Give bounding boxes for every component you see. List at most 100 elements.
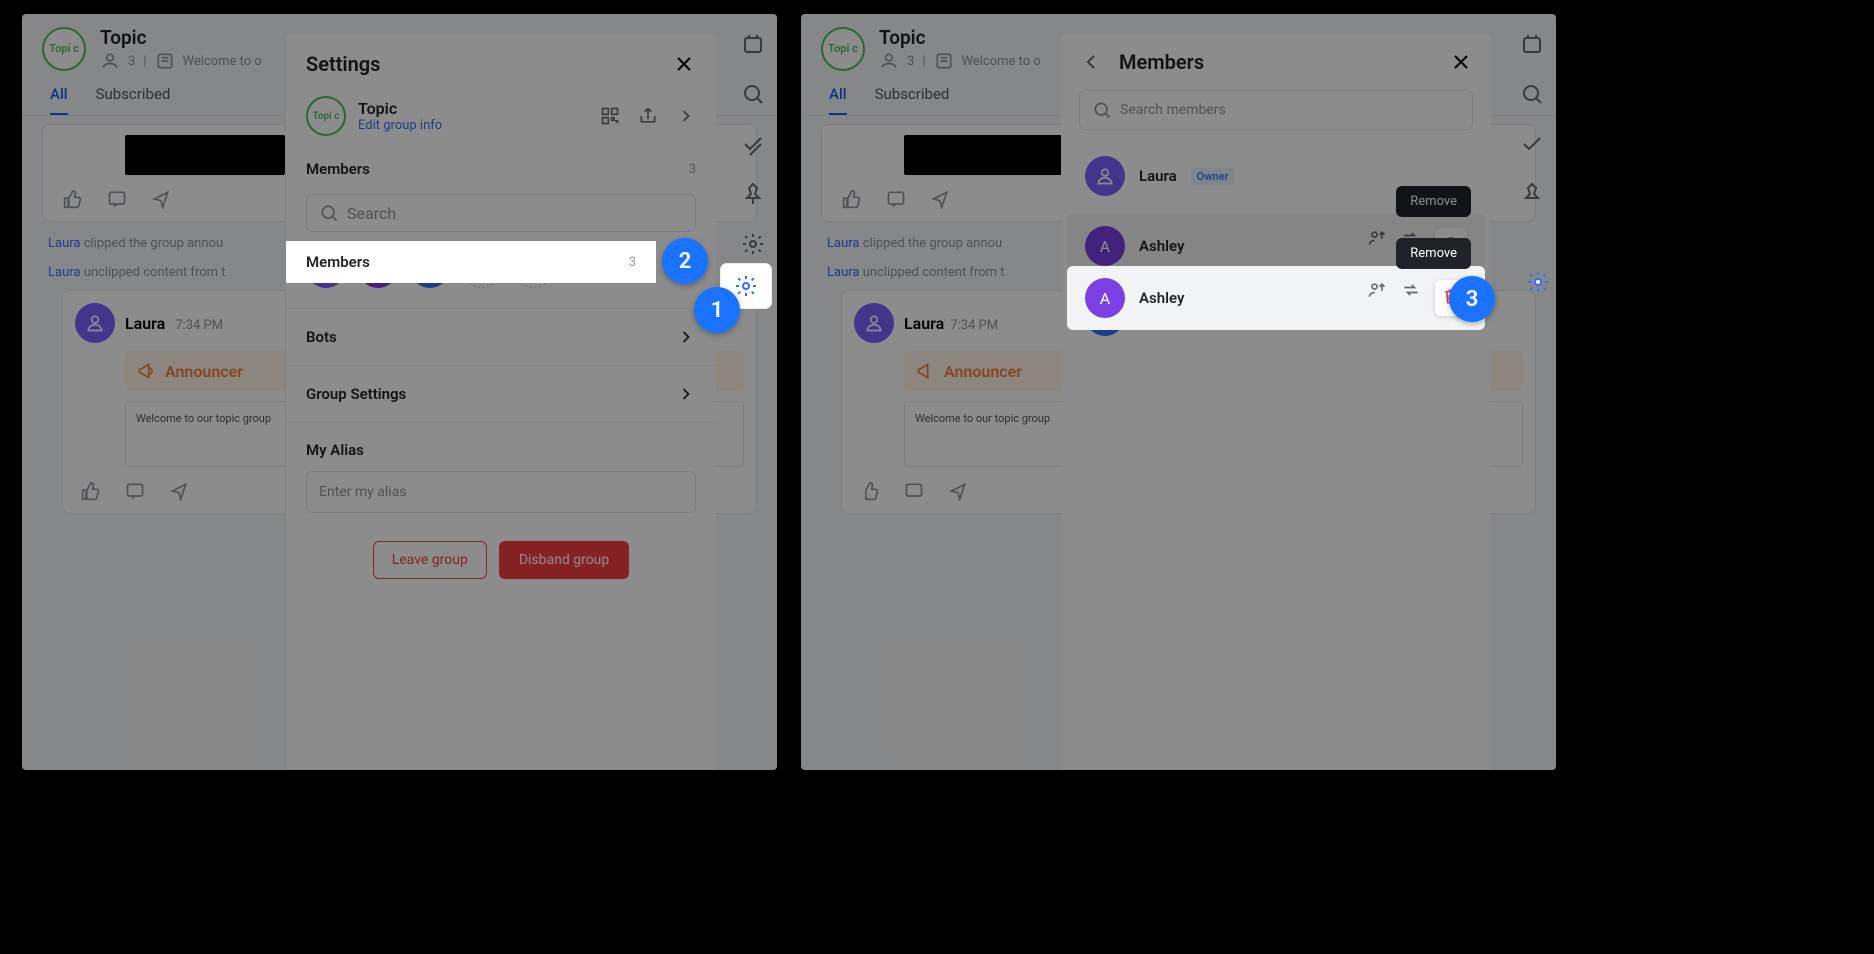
callout-badge-1: 1: [694, 287, 740, 333]
group-name: Topic: [100, 26, 262, 49]
group-subline: 3 | Welcome to o: [100, 51, 262, 71]
group-avatar[interactable]: Topi c: [821, 27, 865, 71]
bots-label: Bots: [306, 328, 337, 346]
swap-icon[interactable]: [1401, 228, 1421, 248]
members-row-highlight[interactable]: Members 3: [286, 241, 656, 283]
callout-badge-3: 3: [1449, 276, 1495, 322]
megaphone-icon: [916, 361, 936, 381]
member-avatar: A: [1085, 296, 1125, 336]
transfer-role-icon[interactable]: [1367, 228, 1387, 248]
settings-title: Settings: [306, 52, 380, 76]
group-name: Topic: [879, 26, 1041, 49]
settings-icon[interactable]: [741, 232, 765, 256]
comment-icon[interactable]: [107, 189, 127, 209]
pin-icon[interactable]: [741, 182, 765, 206]
member-avatar: A: [1085, 226, 1125, 266]
announcement-label: Announcer: [165, 362, 243, 381]
owner-badge: Owner: [1191, 168, 1235, 185]
search-icon[interactable]: [741, 82, 765, 106]
comment-icon[interactable]: [886, 189, 906, 209]
member-name: Alice: [1139, 307, 1173, 325]
members-label: Members: [306, 160, 370, 178]
approve-icon[interactable]: [1520, 132, 1544, 156]
post-image: [125, 135, 285, 175]
person-icon: [864, 313, 884, 333]
member-item-alice[interactable]: A Alice: [1067, 284, 1485, 348]
tab-all[interactable]: All: [829, 85, 847, 115]
remove-member-button[interactable]: Remove: [1435, 228, 1467, 264]
note-icon: [155, 51, 175, 71]
callout-badge-2: 2: [662, 238, 708, 284]
member-count: 3: [128, 54, 135, 69]
search-icon[interactable]: [1520, 82, 1544, 106]
screenshot-left: Topi c Topic 3 | Welcome to o All Subscr…: [22, 14, 777, 770]
alias-input[interactable]: Enter my alias: [306, 471, 696, 513]
edit-group-link[interactable]: Edit group info: [358, 118, 442, 133]
disband-group-button[interactable]: Disband group: [499, 541, 629, 579]
library-icon[interactable]: [741, 32, 765, 56]
group-settings-row[interactable]: Group Settings: [286, 365, 716, 422]
welcome-preview: Welcome to o: [183, 54, 262, 69]
settings-panel: Settings Topi c Topic Edit group info Me…: [286, 34, 716, 770]
members-icon: [879, 51, 899, 71]
share-icon[interactable]: [151, 189, 171, 209]
search-icon: [319, 203, 339, 223]
like-icon[interactable]: [63, 189, 83, 209]
member-avatar: [1085, 156, 1125, 196]
megaphone-icon: [137, 361, 157, 381]
author-name: Laura: [125, 314, 165, 333]
search-icon: [1092, 100, 1112, 120]
back-icon[interactable]: [1079, 50, 1103, 74]
like-icon[interactable]: [842, 189, 862, 209]
person-icon: [1095, 166, 1115, 186]
author-avatar[interactable]: [75, 303, 115, 343]
tab-all[interactable]: All: [50, 85, 68, 115]
screenshot-right: Topi c Topic 3| Welcome to o All Subscri…: [801, 14, 1556, 770]
group-subline: 3| Welcome to o: [879, 51, 1041, 71]
share-icon[interactable]: [948, 481, 968, 501]
member-item-ashley[interactable]: A Ashley Remove: [1067, 214, 1485, 278]
close-icon[interactable]: [1449, 50, 1473, 74]
group-settings-label: Group Settings: [306, 385, 406, 403]
remove-tooltip: Remove: [1396, 186, 1471, 217]
leave-group-button[interactable]: Leave group: [373, 541, 487, 579]
tab-subscribed[interactable]: Subscribed: [96, 85, 171, 115]
comment-icon[interactable]: [125, 481, 145, 501]
note-icon: [934, 51, 954, 71]
members-icon: [100, 51, 120, 71]
panel-group-avatar[interactable]: Topi c: [306, 96, 346, 136]
gear-icon-active[interactable]: [1526, 270, 1550, 298]
chevron-right-icon: [676, 327, 696, 347]
library-icon[interactable]: [1520, 32, 1544, 56]
share-icon[interactable]: [638, 106, 658, 126]
chevron-right-icon: [676, 384, 696, 404]
pin-icon[interactable]: [1520, 182, 1544, 206]
trash-icon: [1441, 234, 1461, 254]
member-name: Ashley: [1139, 237, 1184, 255]
chevron-right-icon[interactable]: [676, 106, 696, 126]
group-avatar[interactable]: Topi c: [42, 27, 86, 71]
comment-icon[interactable]: [904, 481, 924, 501]
like-icon[interactable]: [81, 481, 101, 501]
search-placeholder: Search: [347, 204, 396, 223]
member-name: Laura: [1139, 167, 1177, 185]
alias-label: My Alias: [306, 441, 364, 459]
qr-icon[interactable]: [600, 106, 620, 126]
tab-subscribed[interactable]: Subscribed: [875, 85, 950, 115]
share-icon[interactable]: [930, 189, 950, 209]
like-icon[interactable]: [860, 481, 880, 501]
members-search[interactable]: Search members: [1079, 90, 1473, 130]
approve-icon[interactable]: [741, 132, 765, 156]
members-search[interactable]: Search: [306, 194, 696, 232]
members-row[interactable]: Members 3: [286, 148, 716, 190]
person-icon: [85, 313, 105, 333]
members-title: Members: [1119, 50, 1433, 74]
author-avatar[interactable]: [854, 303, 894, 343]
post-time: 7:34 PM: [175, 318, 223, 333]
gear-icon: [734, 274, 758, 298]
right-icon-bar: [1520, 32, 1544, 206]
bots-row[interactable]: Bots: [286, 308, 716, 365]
share-icon[interactable]: [169, 481, 189, 501]
close-icon[interactable]: [672, 52, 696, 76]
members-count: 3: [689, 162, 696, 177]
